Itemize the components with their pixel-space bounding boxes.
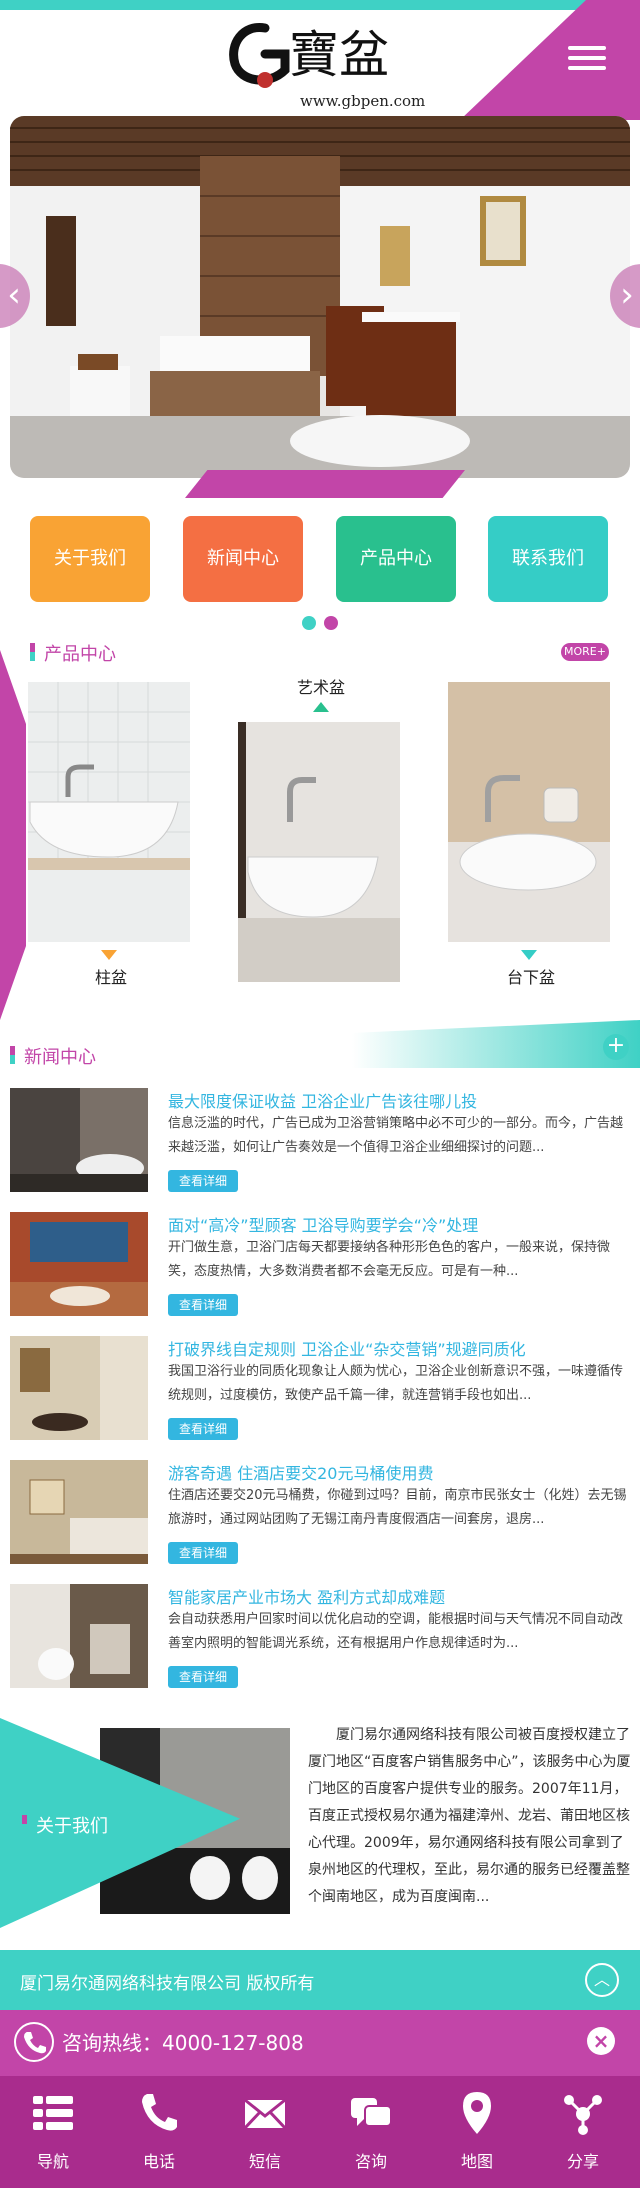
nav-label: 咨询 [354, 2152, 387, 2171]
nav-item-sms[interactable]: 短信 [212, 2076, 318, 2188]
nav-label: 电话 [142, 2152, 175, 2171]
news-thumb-1[interactable] [10, 1088, 148, 1192]
nav-item-share[interactable]: 分享 [530, 2076, 636, 2188]
news-title: 新闻中心 [24, 1047, 96, 1068]
news-item-title[interactable]: 面对“高冷”型顾客 卫浴导购要学会“冷”处理 [168, 1212, 478, 1236]
news-item-title[interactable]: 游客奇遇 住酒店要交20元马桶使用费 [168, 1460, 433, 1484]
product-card-1[interactable] [28, 682, 190, 942]
news-thumb-2[interactable] [10, 1212, 148, 1316]
logo-url: www.gbpen.com [300, 92, 426, 110]
nav-label: 分享 [566, 2152, 599, 2171]
nav-label: 短信 [248, 2152, 281, 2171]
svg-text:寶盆: 寶盆 [289, 26, 389, 84]
top-accent-bar [0, 0, 640, 10]
phone-icon [14, 2022, 54, 2062]
news-item[interactable]: 打破界线自定规则 卫浴企业“杂交营销”规避同质化 我国卫浴行业的同质化现象让人颇… [10, 1336, 630, 1446]
back-to-top-button[interactable]: ︿ [585, 1963, 619, 1997]
nav-label: 导航 [36, 2152, 69, 2171]
products-title: 产品中心 [44, 644, 116, 665]
news-thumb-4[interactable] [10, 1460, 148, 1564]
news-thumb-5[interactable] [10, 1584, 148, 1688]
news-item-title[interactable]: 最大限度保证收益 卫浴企业广告该往哪儿投 [168, 1088, 477, 1112]
phone-icon [142, 2094, 177, 2131]
products-side-decoration [0, 650, 26, 1020]
quick-link-contact[interactable]: 联系我们 [488, 516, 608, 602]
about-title[interactable]: 关于我们 [36, 1812, 108, 1838]
product-3-label[interactable]: 台下盆 [451, 964, 611, 988]
map-pin-icon [463, 2092, 491, 2134]
nav-item-phone[interactable]: 电话 [106, 2076, 212, 2188]
footer-copyright: 厦门易尔通网络科技有限公司 版权所有 [20, 1974, 315, 1994]
product-card-3[interactable] [448, 682, 610, 942]
news-detail-button[interactable]: 查看详细 [168, 1542, 238, 1564]
news-add-button[interactable]: + [603, 1034, 629, 1060]
news-item-title[interactable]: 打破界线自定规则 卫浴企业“杂交营销”规避同质化 [168, 1336, 526, 1360]
pager-dot-2[interactable] [324, 616, 338, 630]
section-marker [22, 1815, 27, 1833]
news-item-title[interactable]: 智能家居产业市场大 盈利方式却成难题 [168, 1584, 445, 1608]
news-detail-button[interactable]: 查看详细 [168, 1170, 238, 1192]
menu-icon [33, 2096, 73, 2130]
news-item[interactable]: 最大限度保证收益 卫浴企业广告该往哪儿投 信息泛滥的时代，广告已成为卫浴营销策略… [10, 1088, 630, 1198]
close-icon[interactable]: × [587, 2027, 615, 2055]
product-2-label[interactable]: 艺术盆 [241, 674, 401, 698]
news-item-desc: 我国卫浴行业的同质化现象让人颇为忧心，卫浴企业创新意识不强，一味遵循传统规则，过… [168, 1364, 624, 1403]
product-3-pointer [521, 950, 537, 960]
nav-label: 地图 [460, 2152, 493, 2171]
news-detail-button[interactable]: 查看详细 [168, 1666, 238, 1688]
news-item[interactable]: 游客奇遇 住酒店要交20元马桶使用费 住酒店还要交20元马桶费，你碰到过吗？目前… [10, 1460, 630, 1570]
news-header-band [0, 1020, 640, 1068]
section-marker [10, 1046, 15, 1064]
news-detail-button[interactable]: 查看详细 [168, 1418, 238, 1440]
news-item[interactable]: 面对“高冷”型顾客 卫浴导购要学会“冷”处理 开门做生意，卫浴门店每天都要接纳各… [10, 1212, 630, 1322]
nav-item-map[interactable]: 地图 [424, 2076, 530, 2188]
nav-item-consult[interactable]: 咨询 [318, 2076, 424, 2188]
news-thumb-3[interactable] [10, 1336, 148, 1440]
product-1-pointer [101, 950, 117, 960]
pager-dot-1[interactable] [302, 616, 316, 630]
header-corner-decoration [460, 0, 640, 120]
chat-icon [351, 2098, 391, 2127]
news-item-desc: 开门做生意，卫浴门店每天都要接纳各种形形色色的客户，一般来说，保持微笑，态度热情… [168, 1240, 611, 1279]
menu-icon[interactable] [568, 46, 606, 76]
quick-link-news[interactable]: 新闻中心 [183, 516, 303, 602]
news-item-desc: 会自动获悉用户回家时间以优化启动的空调，能根据时间与天气情况不同自动改善室内照明… [168, 1612, 624, 1651]
news-item[interactable]: 智能家居产业市场大 盈利方式却成难题 会自动获悉用户回家时间以优化启动的空调，能… [10, 1584, 630, 1694]
nav-item-menu[interactable]: 导航 [0, 2076, 106, 2188]
section-marker [30, 643, 35, 661]
share-icon [564, 2095, 602, 2135]
product-1-label[interactable]: 柱盆 [31, 964, 191, 988]
news-item-desc: 住酒店还要交20元马桶费，你碰到过吗？目前，南京市民张女士（化姓）去无锡旅游时，… [168, 1488, 627, 1527]
mail-icon [245, 2098, 285, 2130]
news-item-desc: 信息泛滥的时代，广告已成为卫浴营销策略中必不可少的一部分。而今，广告越来越泛滥，… [168, 1116, 624, 1155]
hotline-text[interactable]: 咨询热线：4000-127-808 [62, 2027, 304, 2056]
hero-banner[interactable] [10, 116, 630, 478]
products-more-button[interactable]: MORE+ [561, 643, 609, 661]
banner-ribbon [185, 470, 465, 498]
quick-link-about[interactable]: 关于我们 [30, 516, 150, 602]
product-card-2[interactable] [238, 722, 400, 982]
quick-link-products[interactable]: 产品中心 [336, 516, 456, 602]
product-2-pointer [313, 702, 329, 712]
about-text: 厦门易尔通网络科技有限公司被百度授权建立了厦门地区“百度客户销售服务中心”，该服… [308, 1727, 631, 1905]
news-detail-button[interactable]: 查看详细 [168, 1294, 238, 1316]
